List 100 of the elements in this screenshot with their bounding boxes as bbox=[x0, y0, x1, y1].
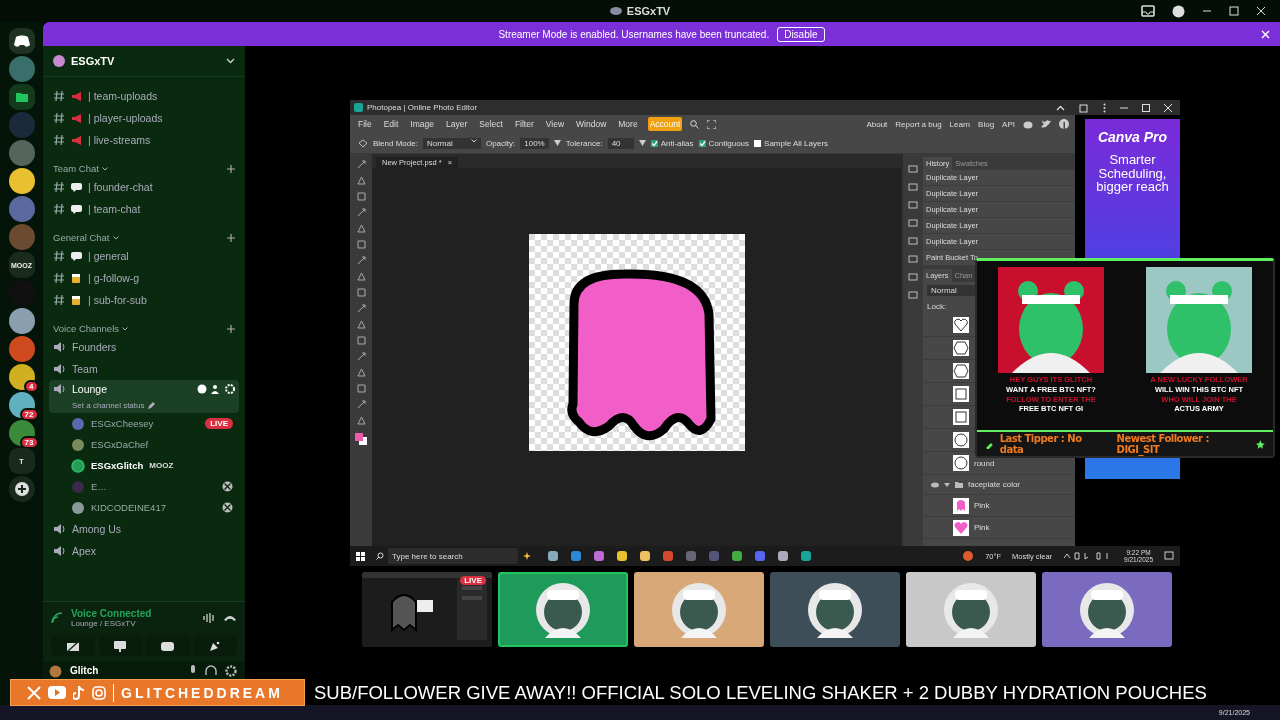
discord-home-button[interactable] bbox=[8, 28, 35, 54]
checkbox[interactable] bbox=[650, 139, 658, 147]
more-icon[interactable] bbox=[1103, 102, 1106, 113]
member-name[interactable]: ESGxCheesey bbox=[91, 418, 154, 429]
color-swatches-icon[interactable] bbox=[354, 432, 368, 446]
member-name[interactable]: ESGxDaChef bbox=[91, 439, 149, 450]
add-server-button[interactable] bbox=[8, 476, 35, 502]
channel-item[interactable]: | general bbox=[49, 245, 239, 267]
category-label[interactable]: Team Chat bbox=[53, 163, 99, 174]
server-icon[interactable]: 4 bbox=[8, 364, 35, 390]
voice-channel-item[interactable]: Founders bbox=[49, 336, 239, 358]
waveform-icon[interactable] bbox=[203, 612, 215, 624]
member-name[interactable]: KIDCODEINE417 bbox=[91, 502, 166, 513]
participant-tile[interactable] bbox=[906, 572, 1036, 647]
channel-item[interactable]: | sub-for-sub bbox=[49, 289, 239, 311]
chat-icon[interactable] bbox=[197, 384, 207, 394]
taskbar-app-icon[interactable] bbox=[777, 550, 789, 562]
voice-channel-item[interactable]: Team bbox=[49, 358, 239, 380]
taskbar-app-icon[interactable] bbox=[731, 550, 743, 562]
search-icon[interactable] bbox=[690, 119, 700, 129]
category-label[interactable]: General Chat bbox=[53, 232, 110, 243]
menu-link[interactable]: Report a bug bbox=[895, 119, 942, 129]
voice-channel-item[interactable]: Lounge Set a channel status bbox=[49, 380, 239, 413]
channel-item[interactable]: | live-streams bbox=[49, 129, 239, 151]
search-field[interactable]: Type here to search bbox=[388, 548, 518, 564]
taskbar-app-icon[interactable] bbox=[593, 550, 605, 562]
participant-tile[interactable] bbox=[498, 572, 628, 647]
participant-tile[interactable] bbox=[634, 572, 764, 647]
close-icon[interactable] bbox=[1164, 103, 1172, 112]
server-folder[interactable] bbox=[8, 84, 35, 110]
caret-icon[interactable] bbox=[470, 138, 477, 143]
menu-item[interactable]: View bbox=[543, 117, 567, 131]
member-name[interactable]: ESGxGlitch bbox=[91, 460, 144, 471]
menu-item[interactable]: Window bbox=[574, 117, 609, 131]
tool-icon[interactable] bbox=[356, 416, 366, 425]
participant-tile[interactable] bbox=[1042, 572, 1172, 647]
invite-icon[interactable] bbox=[211, 384, 221, 394]
menu-item[interactable]: File bbox=[356, 117, 374, 131]
member-name[interactable]: E… bbox=[91, 481, 107, 492]
channel-item[interactable]: | player-uploads bbox=[49, 107, 239, 129]
taskbar-app-icon[interactable] bbox=[547, 550, 559, 562]
layer-row[interactable]: Pink bbox=[923, 495, 1075, 517]
tool-icon[interactable] bbox=[356, 160, 366, 169]
channel-item[interactable]: | team-chat bbox=[49, 198, 239, 220]
channel-status[interactable]: Set a channel status bbox=[72, 401, 145, 410]
hang-up-icon[interactable] bbox=[223, 614, 237, 622]
server-icon[interactable]: 73 bbox=[8, 420, 35, 446]
taskbar-app-icon[interactable] bbox=[800, 550, 812, 562]
chevron-icon[interactable] bbox=[112, 235, 119, 240]
chevron-icon[interactable] bbox=[101, 166, 108, 171]
dropdown-arrow-icon[interactable] bbox=[553, 140, 561, 146]
taskbar-app-icon[interactable] bbox=[616, 550, 628, 562]
tolerance-field[interactable]: 40 bbox=[607, 137, 634, 149]
tool-icon[interactable] bbox=[356, 256, 366, 265]
maximize-icon[interactable] bbox=[1229, 6, 1239, 16]
tool-icon[interactable] bbox=[356, 304, 366, 313]
disable-button[interactable]: Disable bbox=[777, 26, 825, 42]
close-icon[interactable] bbox=[1256, 6, 1266, 16]
server-icon[interactable] bbox=[8, 168, 35, 194]
tool-icon[interactable] bbox=[356, 352, 366, 361]
pencil-icon[interactable] bbox=[147, 402, 155, 409]
category-label[interactable]: Voice Channels bbox=[53, 323, 120, 334]
inbox-icon[interactable] bbox=[1141, 5, 1155, 17]
add-channel-icon[interactable] bbox=[227, 164, 235, 173]
chevron-icon[interactable] bbox=[226, 58, 235, 64]
settings-icon[interactable] bbox=[225, 665, 237, 677]
taskbar-app-icon[interactable] bbox=[570, 550, 582, 562]
voice-channel-link[interactable]: Lounge / ESGxTV bbox=[71, 619, 195, 628]
menu-item[interactable]: Edit bbox=[381, 117, 401, 131]
help-icon[interactable] bbox=[1172, 4, 1185, 18]
extension-icon[interactable] bbox=[1079, 102, 1089, 113]
menu-item[interactable]: Filter bbox=[512, 117, 536, 131]
add-channel-icon[interactable] bbox=[227, 324, 235, 333]
fullscreen-icon[interactable] bbox=[707, 119, 717, 129]
server-name[interactable]: ESGxTV bbox=[71, 55, 220, 67]
menu-item[interactable]: Layer bbox=[444, 117, 470, 131]
tool-icon[interactable] bbox=[356, 400, 366, 409]
user-avatar[interactable] bbox=[49, 665, 62, 678]
voice-channel-item[interactable]: Apex bbox=[49, 540, 239, 562]
channel-item[interactable]: | team-uploads bbox=[49, 85, 239, 107]
screen-share-button[interactable] bbox=[98, 636, 142, 656]
tool-icon[interactable] bbox=[356, 208, 366, 217]
windows-start-icon[interactable] bbox=[356, 551, 365, 561]
chevron-icon[interactable] bbox=[122, 326, 129, 331]
expand-arrow-icon[interactable] bbox=[944, 481, 950, 488]
facebook-icon[interactable] bbox=[1059, 119, 1069, 129]
notifications-icon[interactable] bbox=[1164, 551, 1174, 561]
layer-group-row[interactable]: faceplate color bbox=[923, 475, 1075, 495]
blend-mode-dropdown[interactable]: Normal bbox=[422, 137, 481, 149]
add-channel-icon[interactable] bbox=[227, 233, 235, 242]
dropdown-arrow-icon[interactable] bbox=[638, 140, 646, 146]
soundboard-button[interactable] bbox=[193, 636, 237, 656]
camera-off-button[interactable] bbox=[51, 636, 95, 656]
headphones-icon[interactable] bbox=[205, 665, 217, 677]
eye-icon[interactable] bbox=[931, 481, 939, 488]
channel-item[interactable]: | g-follow-g bbox=[49, 267, 239, 289]
checkbox[interactable] bbox=[698, 139, 706, 147]
participant-tile[interactable]: LIVE bbox=[362, 572, 492, 647]
menu-item[interactable]: Select bbox=[477, 117, 505, 131]
maximize-icon[interactable] bbox=[1142, 103, 1150, 112]
